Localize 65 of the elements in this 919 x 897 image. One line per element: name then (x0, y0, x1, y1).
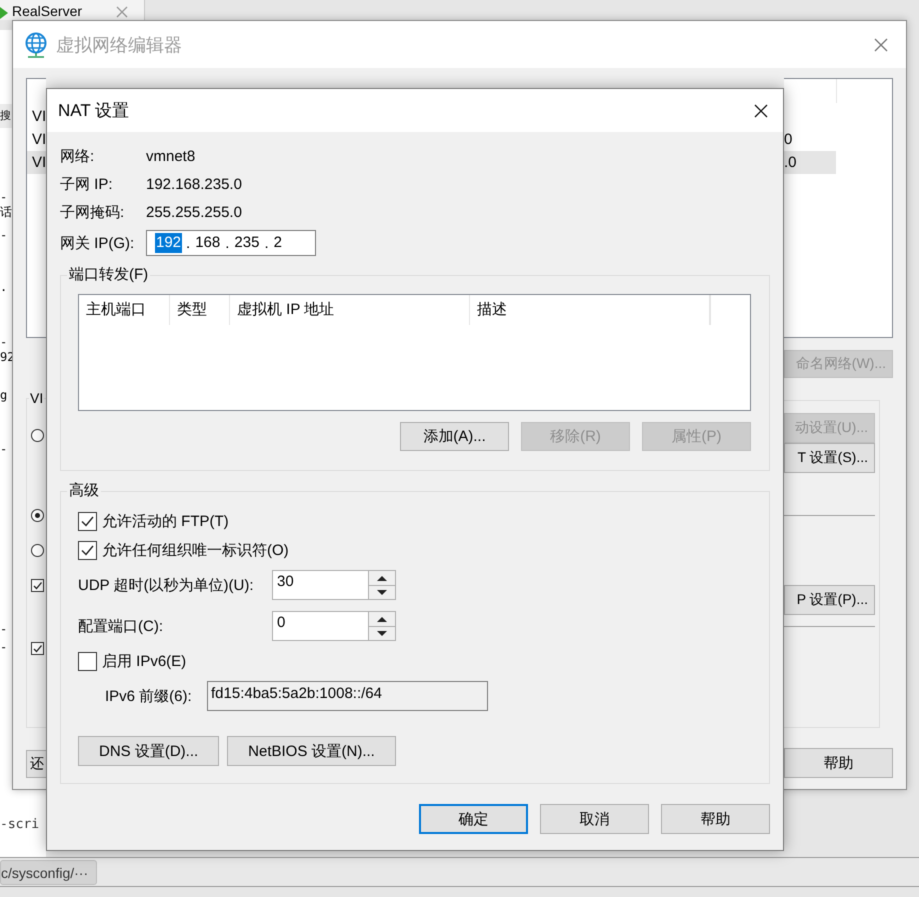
field-value: 255.255.255.0 (146, 204, 242, 220)
terminal-text: - (0, 640, 8, 654)
field-value: 192.168.235.0 (146, 176, 242, 192)
check-icon (32, 580, 43, 591)
checkbox[interactable] (31, 642, 44, 655)
terminal-text: - (0, 442, 8, 456)
column-header[interactable]: 主机端口 (79, 295, 170, 325)
column-header[interactable]: 类型 (170, 295, 230, 325)
number-spinner[interactable]: 0 (272, 611, 396, 641)
field-value: vmnet8 (146, 148, 196, 164)
browser-tab[interactable]: RealServer (0, 0, 145, 20)
checkbox[interactable] (78, 652, 97, 671)
terminal-text: - (0, 335, 8, 349)
close-icon[interactable] (753, 102, 769, 118)
terminal-text: - (0, 190, 8, 204)
field-label: 配置端口(C): (78, 616, 164, 636)
check-icon (32, 643, 43, 654)
terminal-text: - (0, 622, 8, 636)
column-header[interactable]: 虚拟机 IP 地址 (230, 295, 470, 325)
table-cell[interactable]: VI (27, 128, 46, 151)
settings-button[interactable]: P 设置(P)... (784, 585, 875, 615)
play-icon (0, 7, 8, 19)
number-spinner[interactable]: 30 (272, 570, 396, 600)
radio-button[interactable] (31, 509, 44, 522)
group-label: 高级 (67, 482, 101, 500)
settings-button[interactable]: T 设置(S)... (784, 443, 875, 473)
table-cell[interactable]: 0 (784, 128, 836, 151)
group-label: 端口转发(F) (67, 266, 150, 284)
checkbox-label: 启用 IPv6(E) (102, 652, 186, 671)
list-button[interactable]: 添加(A)... (400, 422, 509, 451)
help-button[interactable]: 帮助 (784, 748, 893, 778)
terminal-text: . (0, 280, 8, 294)
field-label: 网关 IP(G): (60, 234, 136, 252)
dialog-title: NAT 设置 (58, 100, 130, 122)
button[interactable]: 还 (26, 750, 46, 778)
field-label: IPv6 前缀(6): (105, 686, 193, 706)
table-cell[interactable]: VI (27, 151, 46, 174)
terminal-text: -scri (0, 817, 40, 833)
field-label: 子网 IP: (60, 174, 114, 194)
checkbox[interactable] (78, 541, 97, 560)
table-cell[interactable]: .0 (784, 151, 836, 174)
checkbox-label: 允许任何组织唯一标识符(O) (102, 541, 289, 560)
search-field[interactable]: 搜 (0, 104, 12, 128)
globe-icon (24, 32, 48, 58)
taskbar-button[interactable]: c/sysconfig/··· (0, 860, 97, 885)
terminal-text: - (0, 228, 8, 242)
radio-button[interactable] (31, 429, 44, 442)
field-label: 子网掩码: (60, 202, 126, 222)
table-cell[interactable]: VI (27, 105, 46, 128)
dialog-button[interactable]: 确定 (419, 804, 528, 834)
settings-button[interactable]: NetBIOS 设置(N)... (227, 736, 396, 766)
field-label: UDP 超时(以秒为单位)(U): (78, 576, 255, 594)
radio-button[interactable] (31, 544, 44, 557)
column-header[interactable]: 描述 (470, 295, 710, 325)
ip-address-field[interactable]: 192 . 168 . 235 . 2 (146, 230, 316, 256)
dialog-button[interactable]: 帮助 (661, 804, 770, 834)
terminal-text: 话 (0, 205, 12, 219)
field-label: 网络: (60, 146, 96, 166)
terminal-text: g (0, 388, 8, 402)
settings-button[interactable]: DNS 设置(D)... (78, 736, 220, 766)
dialog-button[interactable]: 取消 (540, 804, 649, 834)
checkbox[interactable] (31, 579, 44, 592)
checkbox-label: 允许活动的 FTP(T) (102, 512, 229, 531)
window-title: 虚拟网络编辑器 (56, 34, 183, 56)
checkbox[interactable] (78, 512, 97, 531)
